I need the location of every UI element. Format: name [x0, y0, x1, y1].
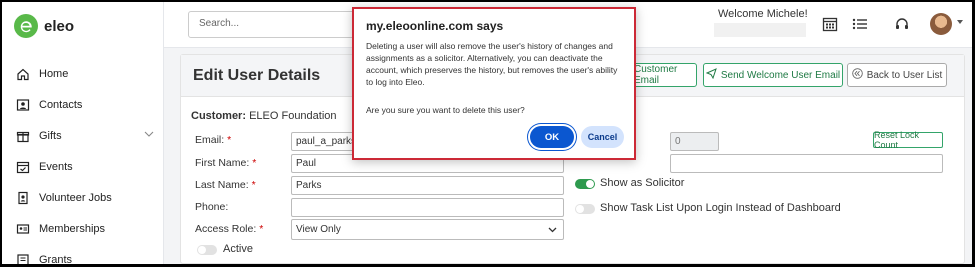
send-welcome-label: Send Welcome User Email — [720, 69, 841, 81]
sidebar-item-label: Grants — [39, 253, 73, 265]
logo-text: eleo — [44, 17, 75, 35]
badge-icon — [16, 191, 30, 205]
ok-button[interactable]: OK — [530, 126, 574, 148]
sidebar-item-label: Volunteer Jobs — [39, 191, 112, 204]
sidebar-item-volunteer-jobs[interactable]: Volunteer Jobs — [2, 182, 164, 213]
customer-label: Customer: — [191, 110, 247, 122]
home-icon — [16, 67, 30, 81]
caret-down-icon[interactable] — [957, 20, 963, 24]
email-field[interactable]: paul_a_parks@ — [291, 132, 357, 151]
show-solicitor-toggle[interactable] — [575, 179, 595, 189]
app-window: eleo Home Contacts Gifts Events Voluntee… — [2, 2, 972, 264]
back-chevrons-icon — [851, 68, 863, 82]
welcome-text: Welcome Michele! — [718, 8, 808, 20]
active-toggle[interactable] — [197, 245, 217, 255]
headset-icon[interactable] — [892, 14, 912, 34]
confirm-delete-dialog: my.eleoonline.com says Deleting a user w… — [352, 7, 636, 160]
chevron-down-icon[interactable] — [144, 129, 154, 141]
chevron-down-icon — [548, 225, 557, 236]
sidebar-item-label: Events — [39, 160, 73, 173]
gift-icon — [16, 129, 30, 143]
dialog-message: Deleting a user will also remove the use… — [366, 41, 618, 87]
email-customer-label: Customer Email — [634, 64, 678, 86]
back-to-user-list-button[interactable]: Back to User List — [847, 63, 947, 87]
access-role-select[interactable]: View Only — [291, 219, 564, 240]
reset-lock-count-button[interactable]: Reset Lock Count — [873, 130, 943, 150]
sidebar-item-memberships[interactable]: Memberships — [2, 213, 164, 244]
page-title: Edit User Details — [193, 67, 321, 84]
search-input[interactable]: Search... — [188, 11, 378, 38]
dialog-question: Are you sure you want to delete this use… — [366, 105, 525, 115]
phone-label: Phone: — [195, 201, 229, 213]
dialog-title: my.eleoonline.com says — [366, 19, 504, 33]
sidebar-nav: Home Contacts Gifts Events Volunteer Job… — [2, 58, 164, 264]
send-icon — [705, 68, 717, 82]
calendar-grid-icon[interactable] — [820, 14, 840, 34]
last-name-field[interactable]: Parks — [291, 176, 564, 195]
avatar-icon[interactable] — [930, 13, 952, 35]
sidebar-item-grants[interactable]: Grants — [2, 244, 164, 264]
lock-count-field: 0 — [670, 132, 719, 151]
sidebar-item-label: Gifts — [39, 129, 62, 142]
sidebar: eleo Home Contacts Gifts Events Voluntee… — [2, 2, 164, 264]
contacts-icon — [16, 98, 30, 112]
sidebar-item-gifts[interactable]: Gifts — [2, 120, 164, 151]
last-name-label: Last Name: * — [195, 179, 256, 191]
job-title-field[interactable] — [670, 154, 943, 173]
email-customer-button[interactable]: Customer Email — [633, 63, 697, 87]
sidebar-item-label: Home — [39, 67, 69, 80]
access-role-value: View Only — [296, 224, 341, 235]
calendar-check-icon — [16, 160, 30, 174]
email-label: Email: * — [195, 134, 232, 146]
phone-field[interactable] — [291, 198, 564, 217]
logo[interactable]: eleo — [14, 14, 74, 38]
grants-icon — [16, 253, 30, 264]
show-task-list-label: Show Task List Upon Login Instead of Das… — [600, 202, 841, 214]
sidebar-item-home[interactable]: Home — [2, 58, 164, 89]
sidebar-item-label: Contacts — [39, 98, 83, 111]
sidebar-item-label: Memberships — [39, 222, 106, 235]
active-label: Active — [223, 243, 253, 255]
show-task-list-toggle[interactable] — [575, 204, 595, 214]
card-icon — [16, 222, 30, 236]
sidebar-item-events[interactable]: Events — [2, 151, 164, 182]
customer-line: Customer: ELEO Foundation — [191, 110, 337, 122]
first-name-label: First Name: * — [195, 157, 257, 169]
cancel-button[interactable]: Cancel — [581, 126, 624, 148]
sidebar-item-contacts[interactable]: Contacts — [2, 89, 164, 120]
back-label: Back to User List — [866, 69, 943, 81]
show-solicitor-label: Show as Solicitor — [600, 177, 685, 189]
send-welcome-email-button[interactable]: Send Welcome User Email — [703, 63, 843, 87]
access-role-label: Access Role: * — [195, 223, 264, 235]
list-icon[interactable] — [850, 14, 870, 34]
customer-name: ELEO Foundation — [249, 110, 337, 122]
eleo-logo-icon — [14, 14, 38, 38]
welcome-subtext-placeholder — [714, 23, 806, 37]
